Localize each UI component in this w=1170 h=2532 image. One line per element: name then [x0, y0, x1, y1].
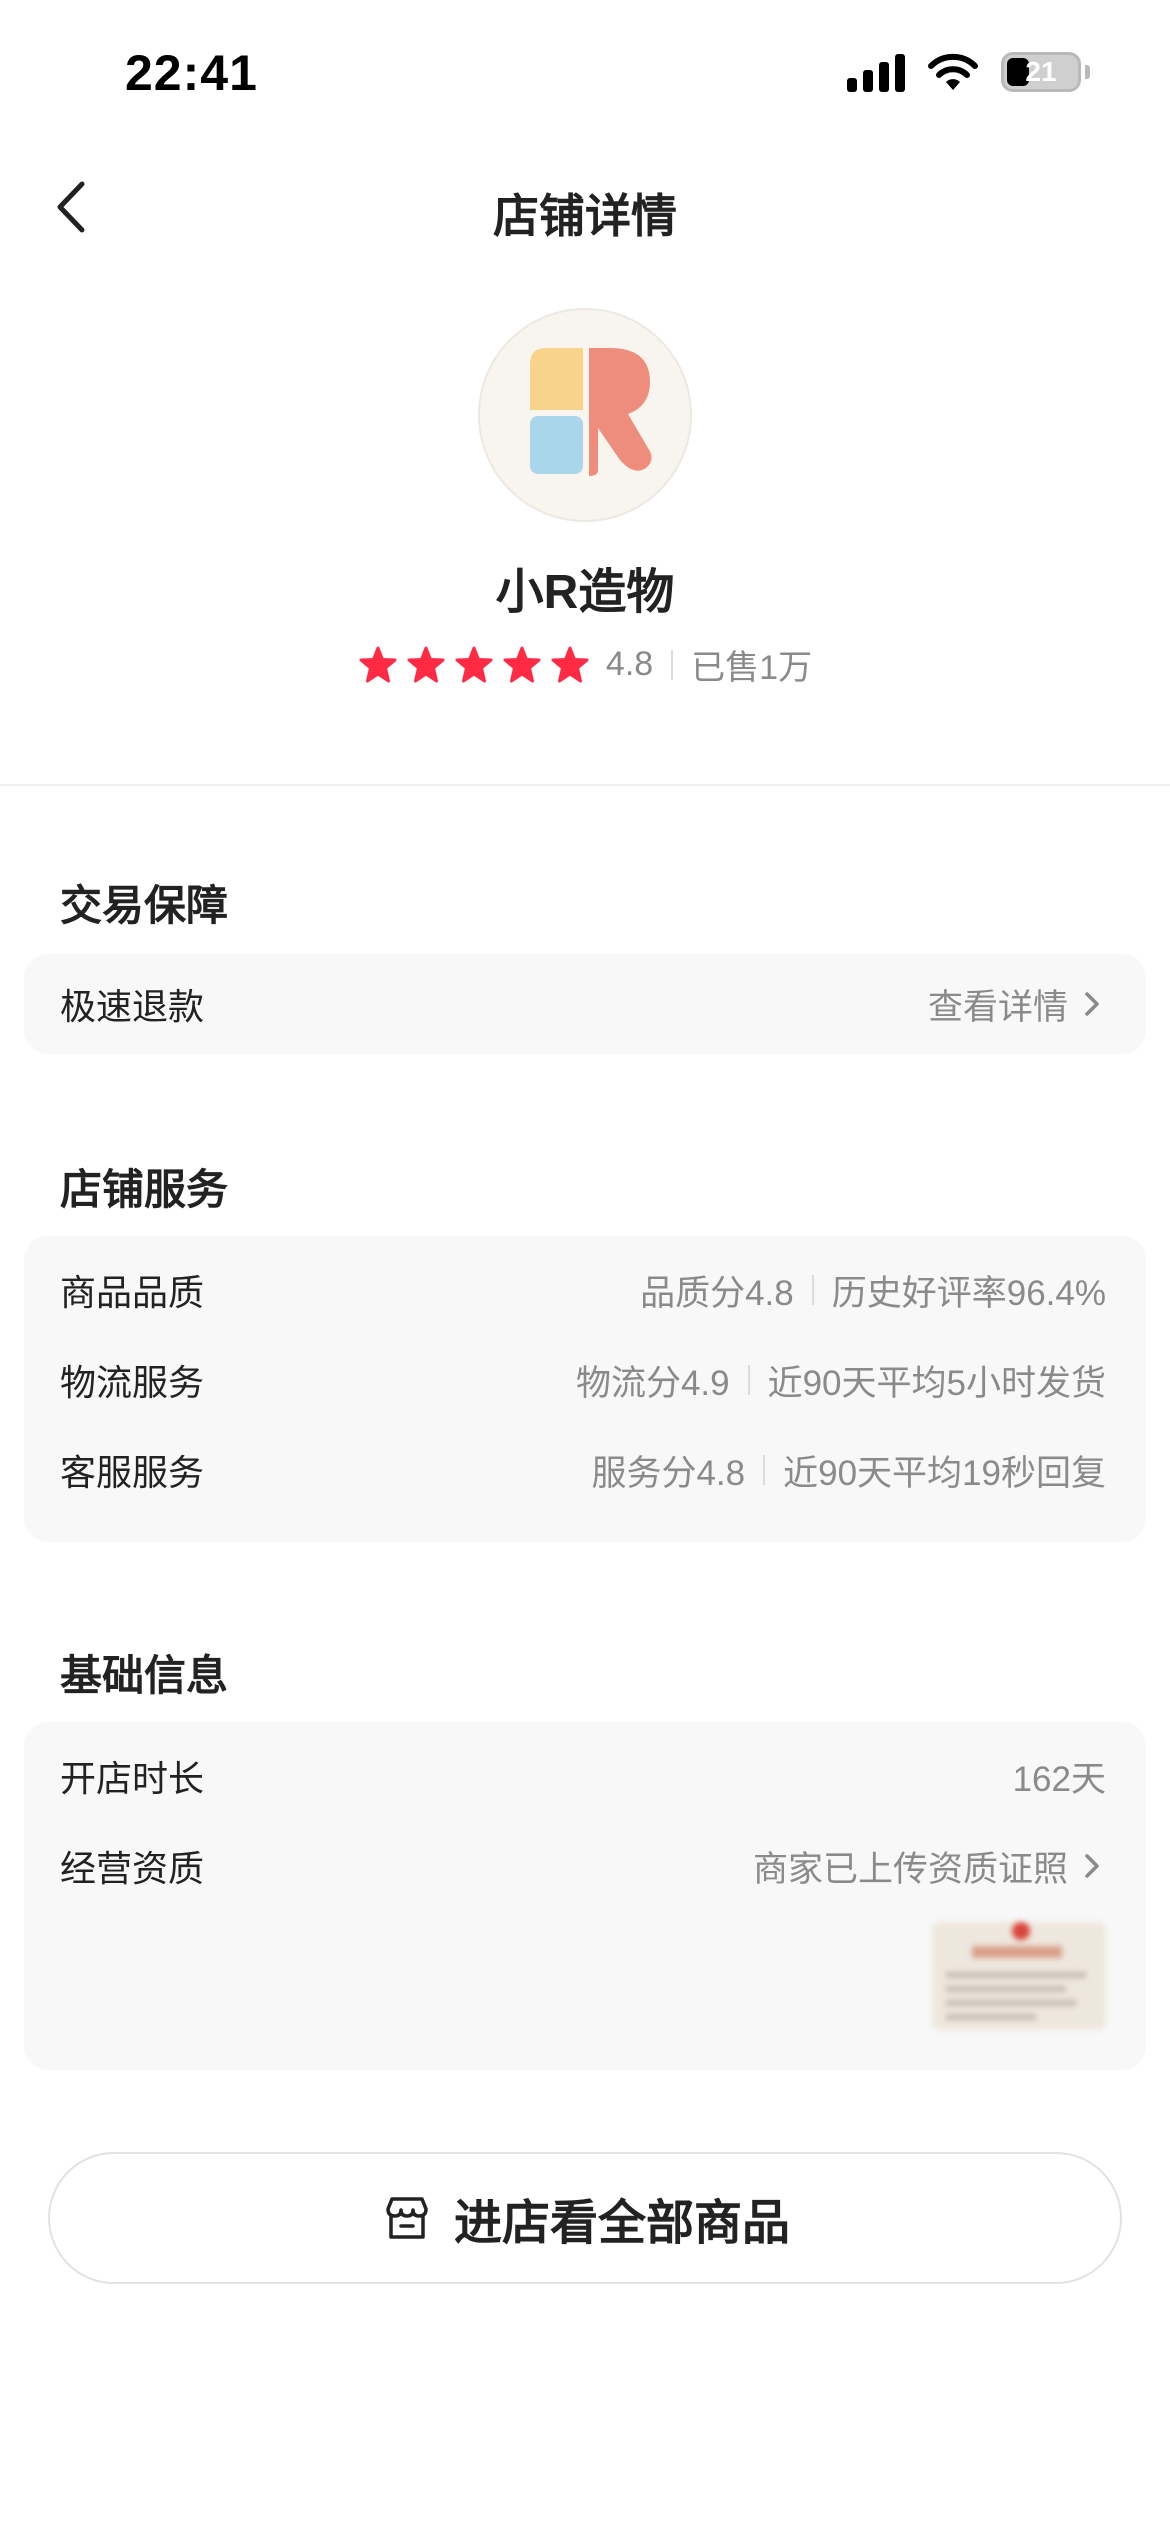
qualification-row[interactable]: 经营资质 商家已上传资质证照	[60, 1838, 1106, 1894]
nav-bar: 店铺详情	[0, 150, 1170, 270]
star-icon	[359, 646, 397, 682]
shop-logo	[530, 348, 652, 476]
chevron-right-icon	[1085, 1854, 1099, 1878]
page-title: 店铺详情	[493, 190, 677, 242]
basic-info-card: 开店时长 162天 经营资质 商家已上传资质证照	[24, 1722, 1146, 2070]
section-title-service: 店铺服务	[60, 1166, 229, 1213]
shop-avatar	[478, 308, 692, 522]
enter-store-button[interactable]: 进店看全部商品	[48, 2152, 1122, 2284]
status-bar: 22:41 21	[0, 0, 1170, 140]
row-label: 极速退款	[60, 986, 205, 1027]
wifi-icon	[928, 53, 978, 90]
shop-age-value: 162天	[1012, 1759, 1106, 1799]
chevron-right-icon	[1085, 992, 1099, 1016]
license-thumbnail[interactable]	[932, 1922, 1106, 2030]
enter-store-label: 进店看全部商品	[453, 2197, 790, 2250]
row-label: 经营资质	[60, 1848, 205, 1889]
star-rating	[358, 645, 590, 685]
quality-score: 品质分4.8	[640, 1273, 794, 1313]
star-icon	[503, 646, 541, 682]
row-value: 查看详情	[927, 987, 1068, 1027]
guarantee-card: 极速退款 查看详情	[24, 954, 1146, 1054]
shop-age-row: 开店时长 162天	[60, 1748, 1106, 1804]
logistics-row: 物流服务 物流分4.9 近90天平均5小时发货	[60, 1352, 1106, 1408]
cellular-signal-icon	[847, 52, 905, 92]
star-icon	[455, 646, 493, 682]
store-icon	[386, 2197, 428, 2239]
row-label: 商品品质	[60, 1272, 205, 1313]
logistics-score: 物流分4.9	[575, 1363, 730, 1403]
qualification-link[interactable]: 商家已上传资质证照	[753, 1841, 1106, 1892]
row-label: 客服服务	[60, 1452, 205, 1493]
customer-service-row: 客服服务 服务分4.8 近90天平均19秒回复	[60, 1442, 1106, 1498]
refund-row[interactable]: 极速退款 查看详情	[60, 976, 1106, 1032]
battery-icon: 21	[1001, 52, 1081, 92]
row-value: 商家已上传资质证照	[752, 1849, 1068, 1889]
divider	[671, 649, 674, 680]
header-divider	[0, 784, 1170, 786]
service-score: 服务分4.8	[591, 1453, 746, 1493]
row-label: 开店时长	[60, 1758, 205, 1799]
battery-level: 21	[1025, 56, 1057, 87]
shop-name: 小R造物	[495, 566, 675, 619]
section-title-guarantee: 交易保障	[60, 882, 229, 929]
service-card: 商品品质 品质分4.8 历史好评率96.4% 物流服务 物流分4.9 近90天平…	[24, 1236, 1146, 1542]
star-icon	[551, 646, 589, 682]
response-time: 近90天平均19秒回复	[783, 1453, 1106, 1493]
rating-score: 4.8	[605, 645, 654, 683]
sold-count: 已售1万	[691, 649, 813, 687]
section-title-basic: 基础信息	[60, 1652, 229, 1699]
rating-row: 4.8 已售1万	[0, 640, 1170, 689]
status-icons: 21	[847, 52, 1090, 92]
status-time: 22:41	[125, 45, 258, 101]
row-label: 物流服务	[60, 1362, 205, 1403]
shipping-time: 近90天平均5小时发货	[767, 1363, 1106, 1403]
shop-detail-page: 22:41 21 店铺详情 小R造物 4.8 已售1万 交易保障 极速退款 查看…	[0, 0, 1170, 2532]
quality-row: 商品品质 品质分4.8 历史好评率96.4%	[60, 1262, 1106, 1318]
view-details-link[interactable]: 查看详情	[928, 979, 1106, 1030]
star-icon	[407, 646, 445, 682]
positive-rate: 历史好评率96.4%	[831, 1273, 1106, 1313]
